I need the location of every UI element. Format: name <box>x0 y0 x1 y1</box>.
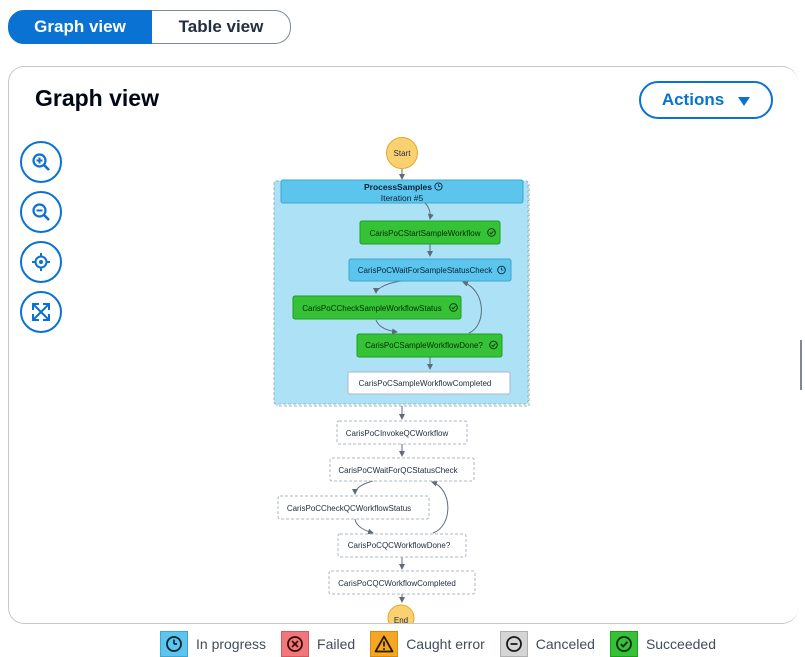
state-node[interactable]: CarisPoCCheckQCWorkflowStatus <box>277 495 430 520</box>
x-circle-icon <box>281 631 310 657</box>
legend-label: Caught error <box>406 636 485 652</box>
graph-view-tab[interactable]: Graph view <box>8 10 152 44</box>
state-label: CarisPoCQCWorkflowDone? <box>348 541 451 550</box>
map-state-name: ProcessSamples <box>364 182 432 192</box>
map-state-iteration: Iteration #5 <box>381 193 424 203</box>
check-circle-icon <box>609 631 638 657</box>
state-label: CarisPoCWaitForQCStatusCheck <box>338 466 458 475</box>
legend-item: Caught error <box>370 631 485 657</box>
legend-item: Succeeded <box>609 631 716 657</box>
table-view-tab[interactable]: Table view <box>152 10 291 44</box>
state-label: CarisPoCSampleWorkflowDone? <box>365 341 483 350</box>
legend-item: Failed <box>281 631 355 657</box>
state-node[interactable]: CarisPoCWaitForQCStatusCheck <box>329 457 475 482</box>
state-label: CarisPoCSampleWorkflowCompleted <box>359 379 492 388</box>
end-node[interactable]: End <box>387 604 415 624</box>
state-label: CarisPoCInvokeQCWorkflow <box>346 429 449 438</box>
legend-label: In progress <box>196 636 267 652</box>
legend-label: Canceled <box>535 636 595 652</box>
state-node[interactable]: CarisPoCQCWorkflowCompleted <box>328 570 476 595</box>
legend-item: In progress <box>160 631 266 657</box>
legend-label: Failed <box>317 636 356 652</box>
state-label: CarisPoCCheckQCWorkflowStatus <box>287 504 411 513</box>
state-label: CarisPoCStartSampleWorkflow <box>370 229 481 238</box>
state-node[interactable]: CarisPoCInvokeQCWorkflow <box>336 420 468 445</box>
legend-label: Succeeded <box>645 636 716 652</box>
start-label: Start <box>394 149 412 158</box>
state-node[interactable]: CarisPoCSampleWorkflowCompleted <box>347 371 511 395</box>
graph-panel: Graph view Actions Start ProcessSamples … <box>8 66 798 624</box>
state-node[interactable]: CarisPoCWaitForSampleStatusCheck <box>348 258 512 282</box>
view-toggle: Graph view Table view <box>8 10 291 44</box>
clock-icon <box>160 631 188 657</box>
state-label: CarisPoCWaitForSampleStatusCheck <box>358 266 493 275</box>
start-node[interactable]: Start <box>386 137 418 169</box>
state-label: CarisPoCCheckSampleWorkflowStatus <box>302 304 441 313</box>
state-node[interactable]: CarisPoCQCWorkflowDone? <box>337 533 467 558</box>
state-node[interactable]: CarisPoCCheckSampleWorkflowStatus <box>292 295 462 320</box>
legend-item: Canceled <box>499 631 595 657</box>
status-legend: In progress Failed Caught error Canceled… <box>160 631 731 657</box>
end-label: End <box>394 616 408 624</box>
workflow-graph: Start ProcessSamples Iteration #5 CarisP <box>273 137 530 623</box>
state-node[interactable]: CarisPoCSampleWorkflowDone? <box>356 333 503 358</box>
minus-circle-icon <box>499 631 528 657</box>
state-node[interactable]: CarisPoCStartSampleWorkflow <box>359 220 501 245</box>
state-label: CarisPoCQCWorkflowCompleted <box>338 579 456 588</box>
warning-icon <box>370 631 399 657</box>
scrollbar[interactable] <box>800 340 802 390</box>
